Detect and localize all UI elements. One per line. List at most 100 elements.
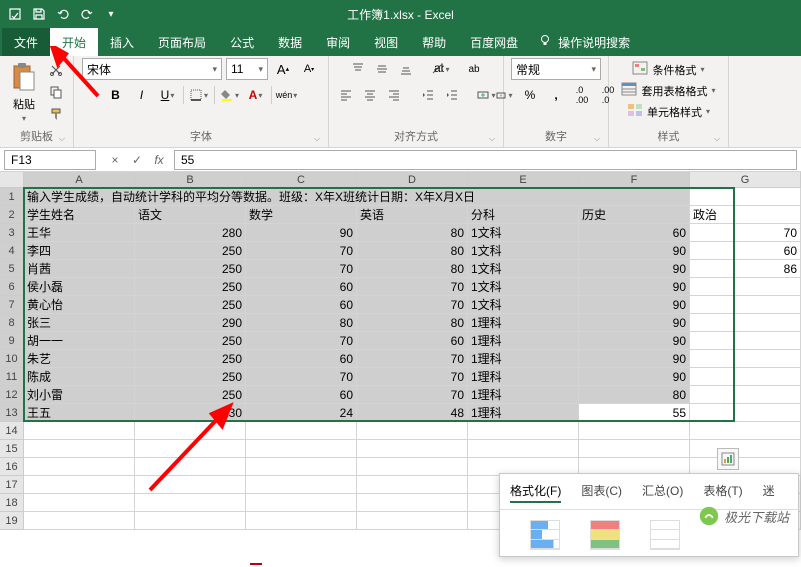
cell[interactable]: 80 (246, 314, 357, 332)
align-center-icon[interactable] (359, 84, 381, 106)
cell[interactable]: 48 (357, 404, 468, 422)
cell[interactable]: 250 (135, 350, 246, 368)
paste-button[interactable]: 粘贴 ▾ (6, 60, 42, 125)
cell[interactable] (24, 494, 135, 512)
autosave-toggle[interactable] (4, 3, 26, 25)
cell[interactable] (135, 422, 246, 440)
enter-formula-icon[interactable]: ✓ (126, 150, 148, 170)
cell[interactable] (690, 404, 801, 422)
cell[interactable]: 60 (246, 386, 357, 404)
format-painter-icon[interactable] (46, 104, 66, 124)
cell[interactable]: 侯小磊 (24, 278, 135, 296)
cell[interactable]: 280 (135, 224, 246, 242)
cell[interactable]: 250 (135, 368, 246, 386)
cell[interactable] (690, 278, 801, 296)
cell[interactable]: 历史 (579, 206, 690, 224)
cell[interactable]: 1理科 (468, 386, 579, 404)
increase-font-icon[interactable]: A▴ (272, 58, 294, 80)
cell[interactable]: 1理科 (468, 368, 579, 386)
row-header[interactable]: 11 (0, 368, 24, 386)
cell[interactable]: 90 (246, 224, 357, 242)
formula-bar[interactable]: 55 (174, 150, 797, 170)
row-header[interactable]: 5 (0, 260, 24, 278)
cell[interactable]: 90 (579, 260, 690, 278)
cell[interactable]: 胡一一 (24, 332, 135, 350)
row-header[interactable]: 7 (0, 296, 24, 314)
col-header[interactable]: F (579, 172, 690, 188)
cell[interactable]: 60 (690, 242, 801, 260)
cell[interactable]: 250 (135, 332, 246, 350)
cell[interactable]: 李四 (24, 242, 135, 260)
row-header[interactable]: 4 (0, 242, 24, 260)
cell[interactable] (24, 422, 135, 440)
decrease-font-icon[interactable]: A▾ (298, 58, 320, 80)
cell[interactable]: 90 (579, 332, 690, 350)
row-header[interactable]: 18 (0, 494, 24, 512)
cell[interactable] (357, 476, 468, 494)
select-all-corner[interactable] (0, 172, 24, 188)
underline-button[interactable]: U (157, 84, 179, 106)
cell[interactable]: 70 (357, 350, 468, 368)
percent-button[interactable]: % (519, 84, 541, 106)
cell[interactable]: 分科 (468, 206, 579, 224)
col-header[interactable]: B (135, 172, 246, 188)
cell[interactable] (357, 422, 468, 440)
align-top-icon[interactable] (347, 58, 369, 80)
cell[interactable] (690, 188, 801, 206)
cut-icon[interactable] (46, 60, 66, 80)
row-header[interactable]: 19 (0, 512, 24, 530)
cell[interactable]: 250 (135, 260, 246, 278)
cell[interactable] (246, 458, 357, 476)
tab-home[interactable]: 开始 (50, 28, 98, 56)
cell[interactable]: 陈成 (24, 368, 135, 386)
cell-styles-button[interactable]: 单元格样式▾ (623, 102, 714, 121)
save-icon[interactable] (28, 3, 50, 25)
undo-icon[interactable] (52, 3, 74, 25)
align-bottom-icon[interactable] (395, 58, 417, 80)
cell[interactable] (690, 422, 801, 440)
cell[interactable] (690, 350, 801, 368)
orientation-icon[interactable]: ab (429, 58, 451, 80)
cell[interactable]: 输入学生成绩，自动统计学科的平均分等数据。班级：X年X班统计日期：X年X月X日 (24, 188, 690, 206)
cell[interactable] (690, 332, 801, 350)
tab-baidu[interactable]: 百度网盘 (458, 28, 530, 56)
row-header[interactable]: 3 (0, 224, 24, 242)
cell[interactable]: 90 (579, 368, 690, 386)
qa-option-colorscale[interactable] (590, 520, 620, 550)
cell[interactable]: 80 (579, 386, 690, 404)
tab-data[interactable]: 数据 (266, 28, 314, 56)
row-header[interactable]: 9 (0, 332, 24, 350)
cell[interactable]: 70 (357, 296, 468, 314)
qa-option-databar[interactable] (530, 520, 560, 550)
fill-color-button[interactable] (219, 84, 241, 106)
cell[interactable]: 250 (135, 242, 246, 260)
col-header[interactable]: E (468, 172, 579, 188)
cell[interactable]: 70 (690, 224, 801, 242)
tab-formula[interactable]: 公式 (218, 28, 266, 56)
row-header[interactable]: 14 (0, 422, 24, 440)
cell[interactable]: 80 (357, 260, 468, 278)
row-header[interactable]: 13 (0, 404, 24, 422)
cell[interactable]: 学生姓名 (24, 206, 135, 224)
align-left-icon[interactable] (335, 84, 357, 106)
cell[interactable] (24, 440, 135, 458)
cell[interactable]: 60 (357, 332, 468, 350)
border-button[interactable] (188, 84, 210, 106)
cell[interactable]: 70 (246, 242, 357, 260)
cell[interactable]: 80 (357, 224, 468, 242)
cell[interactable]: 1文科 (468, 278, 579, 296)
cell[interactable]: 250 (135, 278, 246, 296)
cell[interactable] (579, 440, 690, 458)
qat-customize-icon[interactable]: ▾ (100, 3, 122, 25)
qa-tab-mini[interactable]: 迷 (763, 480, 775, 503)
cell[interactable]: 90 (579, 242, 690, 260)
wrap-text-button[interactable]: ab (463, 58, 485, 80)
cell[interactable]: 230 (135, 404, 246, 422)
cell[interactable]: 250 (135, 386, 246, 404)
cell[interactable]: 数学 (246, 206, 357, 224)
font-size-combo[interactable]: 11 (226, 58, 268, 80)
cell[interactable]: 张三 (24, 314, 135, 332)
fx-button[interactable]: fx (148, 150, 170, 170)
cell[interactable] (246, 512, 357, 530)
cell[interactable] (135, 512, 246, 530)
